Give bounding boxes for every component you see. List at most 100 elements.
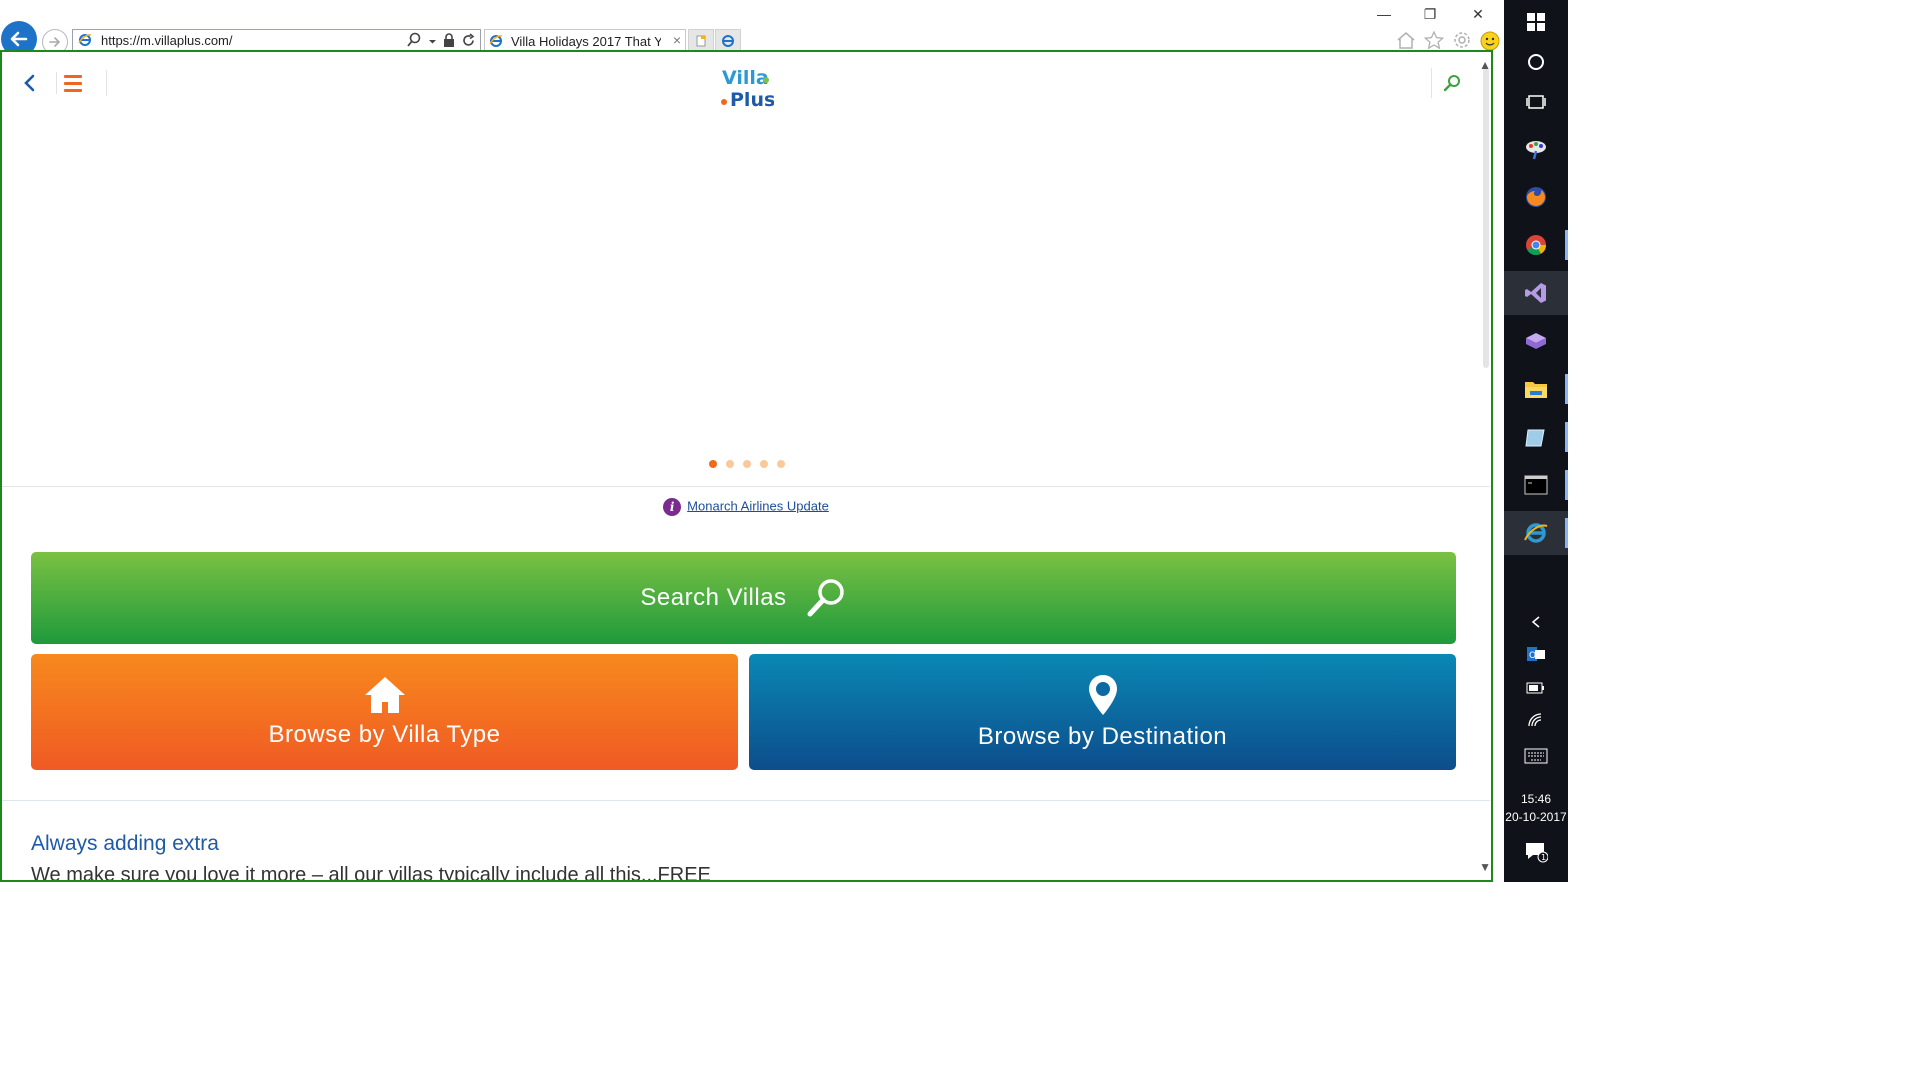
- running-indicator: [1565, 422, 1568, 452]
- tray-keyboard[interactable]: [1504, 734, 1568, 778]
- carousel-dots: [2, 460, 1491, 468]
- divider: [2, 800, 1490, 801]
- start-button[interactable]: [1504, 0, 1568, 44]
- browse-villa-type-button[interactable]: Browse by Villa Type: [31, 654, 738, 770]
- taskbar-app-firefox[interactable]: [1504, 175, 1568, 219]
- chevron-left-icon: [1531, 616, 1540, 628]
- hamburger-menu-button[interactable]: [64, 70, 107, 96]
- taskbar-app-vs-installer[interactable]: [1504, 319, 1568, 363]
- restore-button[interactable]: ❐: [1420, 6, 1440, 23]
- running-indicator: [1565, 518, 1568, 548]
- chevron-left-icon: [24, 74, 35, 92]
- menu-bar: [64, 81, 82, 85]
- notification-icon: 1: [1526, 843, 1548, 863]
- snipping-tool-icon: [1525, 429, 1545, 447]
- browse-destination-label: Browse by Destination: [977, 723, 1228, 750]
- clock-date: 20-10-2017: [1505, 810, 1567, 824]
- ie-tab-button[interactable]: [715, 29, 741, 52]
- site-header: Villa Plus: [2, 52, 1482, 114]
- running-indicator: [1565, 374, 1568, 404]
- monarch-update-link[interactable]: Monarch Airlines Update: [687, 498, 829, 513]
- internet-explorer-icon: [1524, 523, 1548, 543]
- search-icon[interactable]: [406, 32, 422, 51]
- folder-icon: [1525, 382, 1547, 398]
- taskbar-app-file-explorer[interactable]: [1504, 367, 1568, 411]
- house-icon: [364, 677, 405, 713]
- svg-text:O: O: [1529, 651, 1536, 661]
- info-icon: i: [663, 498, 682, 516]
- carousel-dot-2[interactable]: [725, 460, 734, 468]
- clock[interactable]: 15:46 20-10-2017: [1504, 790, 1568, 826]
- taskbar: O 15:46 20-10-2017 1: [1504, 0, 1568, 882]
- clock-time: 15:46: [1520, 792, 1552, 806]
- search-icon: [1443, 75, 1460, 92]
- outlook-icon: O: [1527, 647, 1545, 661]
- menu-bar: [64, 74, 82, 78]
- lock-icon[interactable]: [443, 32, 455, 51]
- cortana-circle-icon: [1528, 54, 1544, 70]
- running-indicator: [1565, 470, 1568, 500]
- cortana-button[interactable]: [1504, 40, 1568, 84]
- chrome-icon: [1526, 235, 1547, 256]
- minimize-button[interactable]: —: [1374, 6, 1394, 22]
- magnifier-icon: [807, 579, 844, 617]
- firefox-icon: [1526, 187, 1546, 207]
- running-indicator: [1565, 230, 1568, 260]
- new-tab-button[interactable]: [688, 29, 714, 52]
- dropdown-chevron-icon[interactable]: [428, 34, 437, 49]
- carousel-dot-1[interactable]: [708, 460, 717, 468]
- tab-close-icon[interactable]: ×: [673, 32, 681, 48]
- section-subtitle: We make sure you love it more – all our …: [31, 864, 711, 882]
- taskbar-app-chrome[interactable]: [1504, 223, 1568, 267]
- villaplus-logo[interactable]: Villa Plus: [714, 62, 775, 112]
- ie-logo-icon: [722, 34, 734, 47]
- notice-banner: i Monarch Airlines Update: [2, 498, 1490, 516]
- taskbar-app-visual-studio[interactable]: [1504, 271, 1568, 315]
- terminal-icon: [1524, 475, 1548, 495]
- paint-icon: [1526, 141, 1546, 160]
- address-bar[interactable]: https://m.villaplus.com/: [72, 29, 481, 51]
- taskbar-app-internet-explorer[interactable]: [1504, 511, 1568, 555]
- carousel-dot-3[interactable]: [742, 460, 751, 468]
- new-page-icon: [696, 35, 706, 46]
- browser-chrome: https://m.villaplus.com/ Villa Holidays …: [0, 0, 1504, 57]
- taskbar-app-paint[interactable]: [1504, 127, 1568, 171]
- search-villas-label: Search Villas: [640, 584, 787, 611]
- taskbar-app-snipping[interactable]: [1504, 415, 1568, 459]
- map-pin-icon: [1088, 675, 1117, 715]
- notification-count: 1: [1541, 853, 1546, 862]
- page-viewport: Villa Plus i Monarch Airlines Update Sear…: [0, 50, 1493, 882]
- package-icon: [1526, 333, 1546, 349]
- url-text[interactable]: https://m.villaplus.com/: [101, 33, 233, 48]
- close-button[interactable]: ✕: [1468, 6, 1488, 23]
- task-view-icon: [1526, 95, 1546, 109]
- arrow-right-icon: [49, 37, 61, 47]
- task-view-button[interactable]: [1504, 80, 1568, 124]
- ie-favicon-icon: [489, 34, 503, 51]
- logo-text-plus: Plus: [730, 89, 774, 111]
- site-back-button[interactable]: [18, 72, 57, 94]
- scroll-down-arrow-icon[interactable]: ▼: [1479, 860, 1491, 874]
- scrollbar-thumb[interactable]: [1483, 68, 1489, 368]
- carousel-dot-5[interactable]: [776, 460, 785, 468]
- ie-favicon-icon: [78, 33, 92, 50]
- hero-carousel[interactable]: [2, 114, 1490, 486]
- section-title: Always adding extra: [31, 832, 219, 855]
- scroll-up-arrow-icon[interactable]: ▲: [1479, 58, 1491, 72]
- search-villas-button[interactable]: Search Villas: [31, 552, 1456, 644]
- keyboard-icon: [1524, 748, 1548, 764]
- windows-logo-icon: [1527, 13, 1545, 31]
- logo-text-villa: Villa: [722, 67, 769, 89]
- arrow-left-icon: [10, 31, 28, 47]
- menu-bar: [64, 88, 82, 92]
- tab-title: Villa Holidays 2017 That Yo...: [511, 34, 661, 49]
- divider: [2, 486, 1490, 487]
- site-search-button[interactable]: [1431, 68, 1472, 98]
- taskbar-app-terminal[interactable]: [1504, 463, 1568, 507]
- action-center-button[interactable]: 1: [1504, 830, 1568, 874]
- refresh-icon[interactable]: [461, 32, 476, 51]
- browse-destination-button[interactable]: Browse by Destination: [749, 654, 1456, 770]
- visual-studio-icon: [1525, 283, 1546, 303]
- battery-icon: [1526, 682, 1544, 694]
- carousel-dot-4[interactable]: [759, 460, 768, 468]
